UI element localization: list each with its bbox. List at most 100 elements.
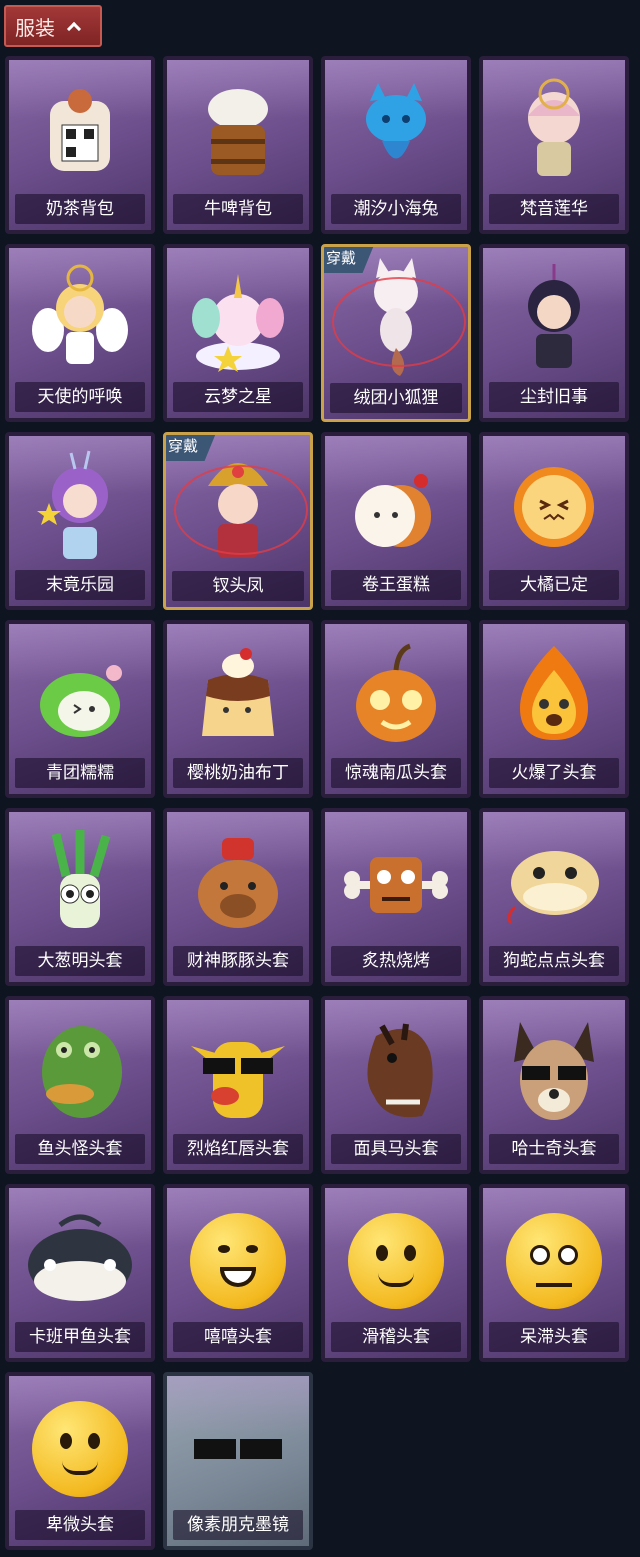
costume-card[interactable]: 梵音莲华 bbox=[479, 56, 629, 234]
costume-label: 潮汐小海兔 bbox=[331, 194, 461, 224]
costume-card[interactable]: 天使的呼唤 bbox=[5, 244, 155, 422]
costume-art bbox=[167, 632, 309, 762]
costume-label: 天使的呼唤 bbox=[15, 382, 145, 412]
fire-head-icon bbox=[504, 640, 604, 754]
equipped-ring bbox=[332, 277, 466, 367]
costume-card[interactable]: 卑微头套 bbox=[5, 1372, 155, 1550]
costume-label: 卑微头套 bbox=[15, 1510, 145, 1540]
costume-card[interactable]: 惊魂南瓜头套 bbox=[321, 620, 471, 798]
costume-card[interactable]: 潮汐小海兔 bbox=[321, 56, 471, 234]
costume-art bbox=[483, 444, 625, 574]
costume-art bbox=[167, 820, 309, 950]
milk-tea-backpack-icon bbox=[40, 81, 120, 185]
beer-barrel-backpack-icon bbox=[193, 81, 283, 185]
costume-art bbox=[325, 68, 467, 198]
costume-card[interactable]: 穿戴 钗头凤 bbox=[163, 432, 313, 610]
costume-label: 狗蛇点点头套 bbox=[489, 946, 619, 976]
costume-art bbox=[9, 820, 151, 950]
costume-card[interactable]: 卡班甲鱼头套 bbox=[5, 1184, 155, 1362]
costume-art bbox=[325, 444, 467, 574]
sunglasses-icon bbox=[194, 1439, 282, 1459]
costume-art bbox=[325, 820, 467, 950]
costume-card[interactable]: 哈士奇头套 bbox=[479, 996, 629, 1174]
horse-head-icon bbox=[346, 1016, 446, 1130]
costume-card[interactable]: 大葱明头套 bbox=[5, 808, 155, 986]
costume-card[interactable]: 鱼头怪头套 bbox=[5, 996, 155, 1174]
costume-card[interactable]: 狗蛇点点头套 bbox=[479, 808, 629, 986]
costume-label: 炙热烧烤 bbox=[331, 946, 461, 976]
costume-card[interactable]: 牛啤背包 bbox=[163, 56, 313, 234]
costume-art bbox=[325, 1008, 467, 1138]
costume-label: 尘封旧事 bbox=[489, 382, 619, 412]
costume-label: 青团糯糯 bbox=[15, 758, 145, 788]
costume-art bbox=[9, 68, 151, 198]
green-onion-head-icon bbox=[30, 828, 130, 942]
costume-card[interactable]: 尘封旧事 bbox=[479, 244, 629, 422]
costume-art bbox=[167, 1384, 309, 1514]
costume-art bbox=[483, 256, 625, 386]
costume-art bbox=[9, 1384, 151, 1514]
angel-doll-icon bbox=[30, 264, 130, 378]
costume-art bbox=[167, 256, 309, 386]
costume-label: 樱桃奶油布丁 bbox=[173, 758, 303, 788]
costume-label: 卡班甲鱼头套 bbox=[15, 1322, 145, 1352]
green-rice-ball-icon bbox=[30, 645, 130, 749]
humble-emoji-icon bbox=[32, 1401, 128, 1497]
costume-label: 牛啤背包 bbox=[173, 194, 303, 224]
costume-label: 大橘已定 bbox=[489, 570, 619, 600]
costume-art bbox=[483, 820, 625, 950]
pumpkin-head-icon bbox=[346, 640, 446, 754]
costume-art bbox=[9, 444, 151, 574]
costume-card[interactable]: 面具马头套 bbox=[321, 996, 471, 1174]
costume-label: 呆滞头套 bbox=[489, 1322, 619, 1352]
capybara-head-icon bbox=[188, 828, 288, 942]
costume-card[interactable]: 奶茶背包 bbox=[5, 56, 155, 234]
costume-card[interactable]: 穿戴 绒团小狐狸 bbox=[321, 244, 471, 422]
costume-label: 鱼头怪头套 bbox=[15, 1134, 145, 1164]
costume-art bbox=[483, 1008, 625, 1138]
orange-slice-icon bbox=[504, 457, 604, 561]
costume-label: 卷王蛋糕 bbox=[331, 570, 461, 600]
costume-label: 火爆了头套 bbox=[489, 758, 619, 788]
costume-card[interactable]: 滑稽头套 bbox=[321, 1184, 471, 1362]
costume-card[interactable]: 烈焰红唇头套 bbox=[163, 996, 313, 1174]
costume-label: 绒团小狐狸 bbox=[330, 383, 462, 413]
unicorn-cloud-icon bbox=[188, 264, 288, 378]
costume-label: 末竟乐园 bbox=[15, 570, 145, 600]
costume-card[interactable]: 呆滞头套 bbox=[479, 1184, 629, 1362]
costume-label: 云梦之星 bbox=[173, 382, 303, 412]
equipped-ring bbox=[174, 465, 308, 555]
grin-emoji-icon bbox=[190, 1213, 286, 1309]
costume-label: 烈焰红唇头套 bbox=[173, 1134, 303, 1164]
costume-label: 财神豚豚头套 bbox=[173, 946, 303, 976]
costume-card[interactable]: 炙热烧烤 bbox=[321, 808, 471, 986]
category-title: 服装 bbox=[15, 15, 55, 40]
costume-art bbox=[9, 1008, 151, 1138]
costume-card[interactable]: 樱桃奶油布丁 bbox=[163, 620, 313, 798]
costume-art bbox=[9, 1196, 151, 1326]
costume-art bbox=[167, 68, 309, 198]
costume-label: 像素朋克墨镜 bbox=[173, 1510, 303, 1540]
costume-art bbox=[9, 632, 151, 762]
costume-card[interactable]: 青团糯糯 bbox=[5, 620, 155, 798]
costume-card[interactable]: 末竟乐园 bbox=[5, 432, 155, 610]
dazed-emoji-icon bbox=[506, 1213, 602, 1309]
costume-card[interactable]: 大橘已定 bbox=[479, 432, 629, 610]
costume-card[interactable]: 财神豚豚头套 bbox=[163, 808, 313, 986]
costume-label: 哈士奇头套 bbox=[489, 1134, 619, 1164]
funny-emoji-icon bbox=[348, 1213, 444, 1309]
costume-art bbox=[483, 68, 625, 198]
blue-sea-bunny-icon bbox=[356, 81, 436, 185]
costume-label: 大葱明头套 bbox=[15, 946, 145, 976]
costume-card[interactable]: 像素朋克墨镜 bbox=[163, 1372, 313, 1550]
costume-label: 奶茶背包 bbox=[15, 194, 145, 224]
costume-card[interactable]: 卷王蛋糕 bbox=[321, 432, 471, 610]
costume-category-toggle[interactable]: 服装 bbox=[4, 5, 102, 47]
costume-label: 嘻嘻头套 bbox=[173, 1322, 303, 1352]
costume-label: 惊魂南瓜头套 bbox=[331, 758, 461, 788]
costume-art bbox=[325, 632, 467, 762]
roll-cake-icon bbox=[341, 457, 451, 561]
costume-card[interactable]: 火爆了头套 bbox=[479, 620, 629, 798]
costume-card[interactable]: 云梦之星 bbox=[163, 244, 313, 422]
costume-card[interactable]: 嘻嘻头套 bbox=[163, 1184, 313, 1362]
